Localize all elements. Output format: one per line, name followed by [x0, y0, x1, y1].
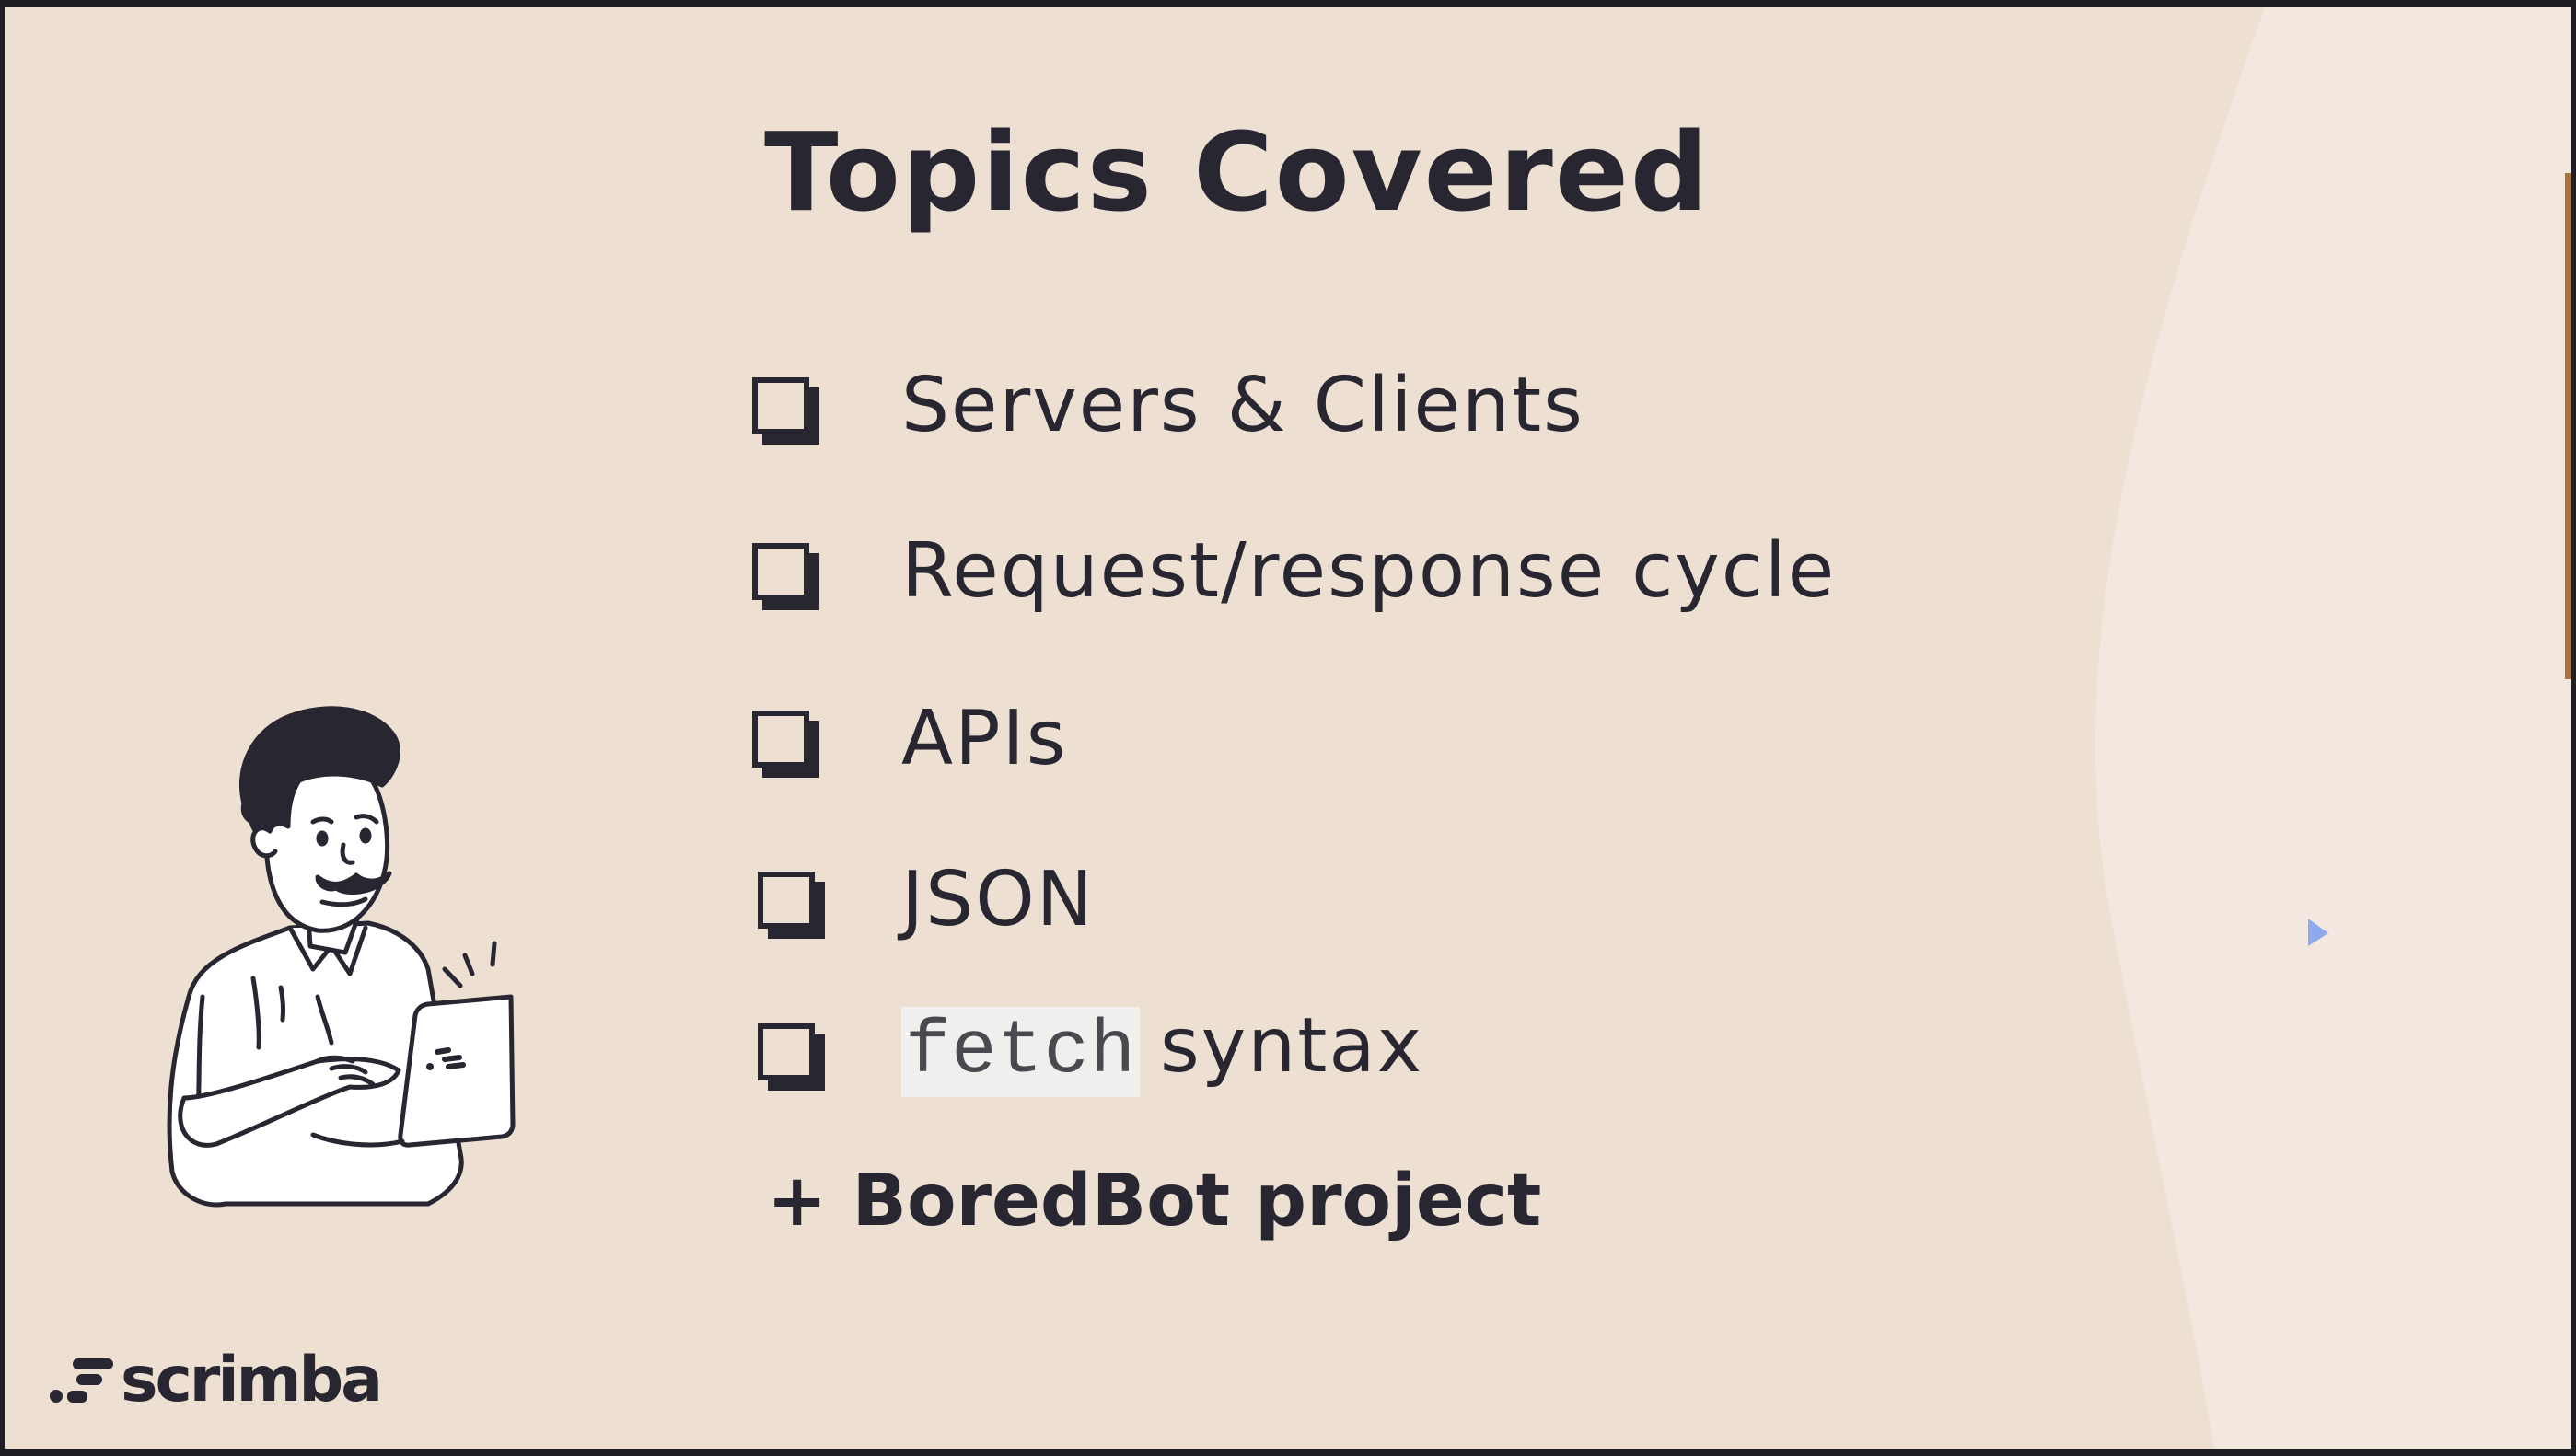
- topic-label: APIs: [901, 695, 1068, 782]
- slide: Topics Covered Servers & Clients Request…: [5, 7, 2571, 1449]
- checkbox-icon: [752, 377, 819, 445]
- checkbox-icon: [752, 543, 819, 610]
- scrimba-logo-icon: [50, 1358, 113, 1403]
- topic-label: fetch syntax: [901, 1007, 1423, 1097]
- code-chip: fetch: [901, 1007, 1141, 1097]
- topic-label: Servers & Clients: [901, 362, 1584, 449]
- mouse-cursor-icon: [2308, 919, 2328, 946]
- checkbox-icon: [758, 872, 825, 939]
- person-with-laptop-illustration: [167, 706, 516, 1208]
- topic-label: Request/response cycle: [901, 527, 1837, 615]
- checkbox-icon: [758, 1023, 825, 1091]
- checkbox-icon: [752, 711, 819, 778]
- topic-label: JSON: [901, 856, 1096, 943]
- bonus-project: + BoredBot project: [767, 1160, 1542, 1242]
- brand-name: scrimba: [121, 1344, 383, 1416]
- scrimba-logo: scrimba: [49, 1344, 383, 1416]
- topic-label-suffix: syntax: [1160, 1002, 1424, 1090]
